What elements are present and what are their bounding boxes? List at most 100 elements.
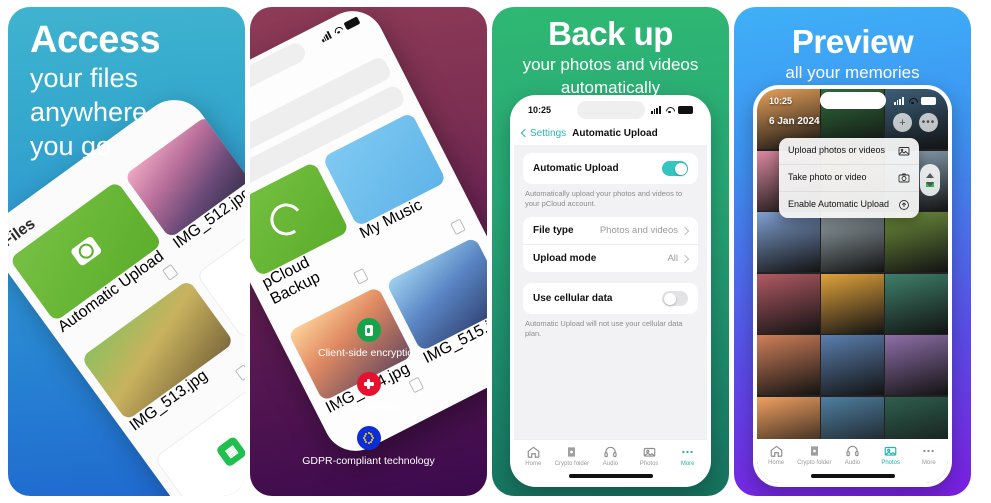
tab-label: Home [525,461,542,467]
tab-label: Photos [881,460,900,466]
setting-label: File type [533,225,574,237]
setting-automatic-upload[interactable]: Automatic Upload [523,153,698,184]
battery-icon [678,106,693,114]
cellular-signal-icon [650,106,661,114]
headline-line-2: automatically [560,78,661,98]
setting-label: Use cellular data [533,293,613,305]
automatic-upload-toggle[interactable] [662,161,688,176]
settings-note: Automatic Upload will not use your cellu… [525,319,683,339]
menu-item-enable-automatic-upload[interactable]: Enable Automatic Upload [779,191,919,218]
home-icon [770,445,782,457]
setting-file-type[interactable]: File type Photos and videos [523,217,698,244]
chevron-up-icon [926,173,934,178]
home-indicator [810,474,895,478]
tab-label: Crypto folder [554,461,590,467]
tab-home[interactable]: Home [515,445,552,483]
headline-line-1: all your memories [785,62,920,82]
file-grid: Automatic Upload IMG_512.jpg IMG_513.jpg [9,115,245,496]
eu-stars-icon [356,426,381,450]
photo-tile[interactable] [821,273,884,334]
wifi-icon [908,97,917,105]
tab-label: Audio [844,460,861,466]
setting-value: Photos and videos [599,225,678,237]
trust-label: Client-side encryption [318,347,419,359]
upload-circle-icon [899,200,909,210]
trust-badge-gdpr: GDPR-compliant technology [250,426,487,467]
nav-title: Automatic Upload [572,127,658,139]
cellular-data-toggle[interactable] [662,291,688,307]
tab-label: More [680,461,695,467]
panel-backup: Back up your photos and videos automatic… [492,7,729,496]
lock-icon [568,447,576,457]
tab-label: Crypto folder [797,460,832,466]
tab-more[interactable]: More [911,444,947,483]
photo-tile[interactable] [885,335,948,395]
headphones-icon [846,445,859,457]
photo-tile[interactable] [885,212,948,272]
trust-label: GDPR-compliant technology [302,455,435,467]
tab-more[interactable]: More [669,445,706,483]
menu-item-label: Take photo or video [788,172,867,183]
tab-label: Photos [639,461,659,467]
setting-use-cellular-data[interactable]: Use cellular data [523,283,698,314]
menu-item-take-photo[interactable]: Take photo or video [779,164,919,191]
page-title: Back up [548,15,673,52]
menu-item-label: Enable Automatic Upload [788,199,890,210]
setting-label: Upload mode [533,253,597,265]
back-label: Settings [530,127,567,139]
menu-item-upload-photos[interactable]: Upload photos or videos [779,138,919,164]
trust-badge-swiss: Swiss privacy [250,372,487,413]
chevron-down-icon [926,182,934,187]
setting-upload-mode[interactable]: Upload mode All [523,244,698,272]
photo-upload-icon [898,147,910,156]
more-options-button[interactable]: ••• [919,113,938,132]
battery-icon [921,97,936,105]
home-indicator [568,474,653,478]
status-time: 10:25 [769,96,793,106]
page-title: Access [30,19,161,61]
settings-group-cellular: Use cellular data [523,283,698,315]
trust-label: Swiss privacy [336,401,401,413]
phone-mockup-photos: 10:25 6 Jan 2024 + ••• Upload photos or … [753,85,952,487]
settings-group-upload: Automatic Upload [523,153,698,184]
photo-tile[interactable] [757,335,820,395]
tab-home[interactable]: Home [758,444,794,483]
headphones-icon [604,446,617,458]
tab-label: Home [768,460,785,466]
settings-note: Automatically upload your photos and vid… [525,189,683,209]
add-button[interactable]: + [893,113,912,132]
battery-icon [343,16,361,31]
navigation-bar: Settings Automatic Upload [514,121,707,145]
share-icon[interactable] [162,263,179,281]
photo-tile[interactable] [757,273,820,334]
page-title: Preview [791,23,914,60]
wifi-icon [665,106,674,114]
share-icon[interactable] [450,218,466,236]
scroll-stepper[interactable] [920,164,940,196]
panel-preview: Preview all your memories 10:25 6 Jan 20… [734,7,971,496]
photo-tile[interactable] [757,212,820,272]
headline-line-1: your photos and videos [522,54,699,74]
status-time: 10:25 [528,105,552,115]
camera-icon [898,173,910,183]
headline-line-2: anywhere [30,96,148,127]
status-bar: 10:25 [514,99,707,121]
photo-tile[interactable] [885,273,948,334]
share-icon[interactable] [352,268,369,285]
lock-icon [810,446,818,456]
lock-icon [356,318,381,342]
photo-tile[interactable] [821,212,884,272]
photo-tile[interactable] [821,335,884,395]
settings-group-options: File type Photos and videos Upload mode … [523,217,698,273]
headline-line-3: you go [30,130,112,161]
status-bar: 10:25 [757,89,948,113]
app-store-screenshot-gallery: Files Automatic Upload IMG_512.jpg IMG_5… [0,0,991,503]
trust-badge-encryption: Client-side encryption [250,318,487,359]
setting-label: Automatic Upload [533,163,619,174]
chevron-right-icon [680,226,690,235]
setting-value: All [667,253,678,265]
back-button[interactable]: Settings [520,127,567,139]
cellular-signal-icon [893,97,904,105]
share-icon[interactable] [235,363,245,381]
panel-headline-group: Back up your photos and videos automatic… [492,15,729,99]
